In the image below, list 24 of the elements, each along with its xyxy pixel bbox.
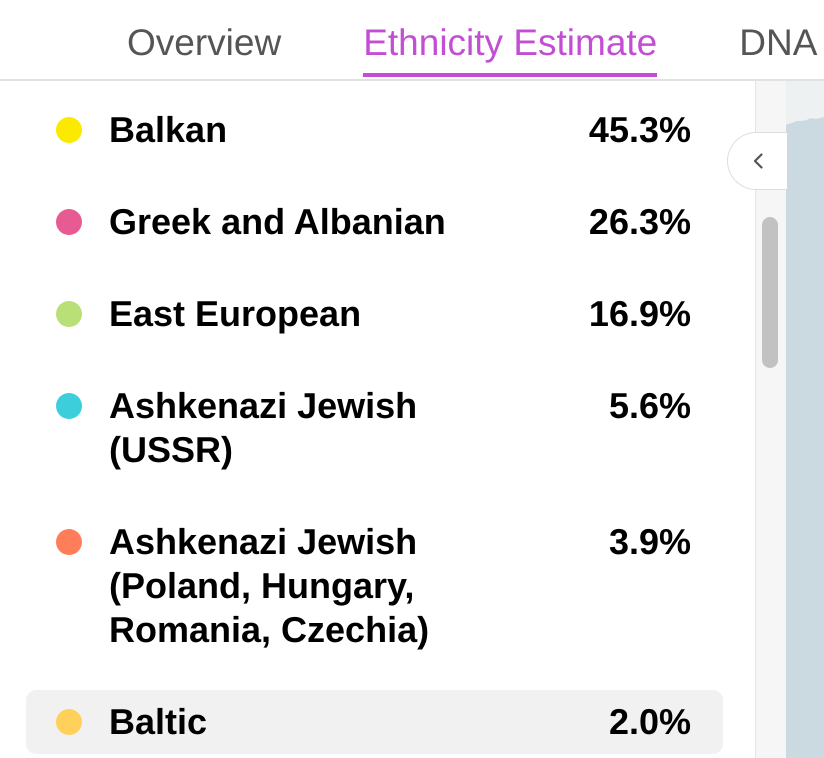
- collapse-button[interactable]: [727, 132, 787, 190]
- tab[interactable]: DNA: [739, 0, 818, 77]
- region-name: Balkan: [109, 108, 228, 152]
- region-percentage: 16.9%: [588, 292, 691, 336]
- region-percentage: 5.6%: [608, 384, 691, 428]
- chevron-left-icon: [752, 153, 762, 169]
- region-name: Greek and Albanian: [109, 200, 447, 244]
- tab[interactable]: Overview: [127, 0, 282, 77]
- ethnicity-row[interactable]: Baltic 2.0%: [26, 690, 723, 754]
- region-name: Ashkenazi Jewish (USSR): [109, 384, 418, 472]
- ethnicity-row[interactable]: Ashkenazi Jewish (USSR) 5.6%: [26, 374, 723, 482]
- region-percentage: 3.9%: [608, 520, 691, 564]
- region-percentage: 26.3%: [588, 200, 691, 244]
- scrollbar-thumb[interactable]: [762, 217, 778, 368]
- region-percentage: 45.3%: [588, 108, 691, 152]
- ethnicity-row[interactable]: Greek and Albanian 26.3%: [26, 190, 723, 254]
- ethnicity-row[interactable]: East European 16.9%: [26, 282, 723, 346]
- region-name: Ashkenazi Jewish (Poland, Hungary, Romania, Czechia): [109, 520, 430, 652]
- region-name: East European: [109, 292, 362, 336]
- ethnicity-row[interactable]: Balkan 45.3%: [26, 98, 723, 162]
- ethnicity-row[interactable]: Ashkenazi Jewish (Poland, Hungary, Romania, Czechia) 3.9%: [26, 510, 723, 662]
- region-percentage: 2.0%: [608, 700, 691, 744]
- tab[interactable]: Ethnicity Estimate: [363, 0, 658, 77]
- region-name: Baltic: [109, 700, 208, 744]
